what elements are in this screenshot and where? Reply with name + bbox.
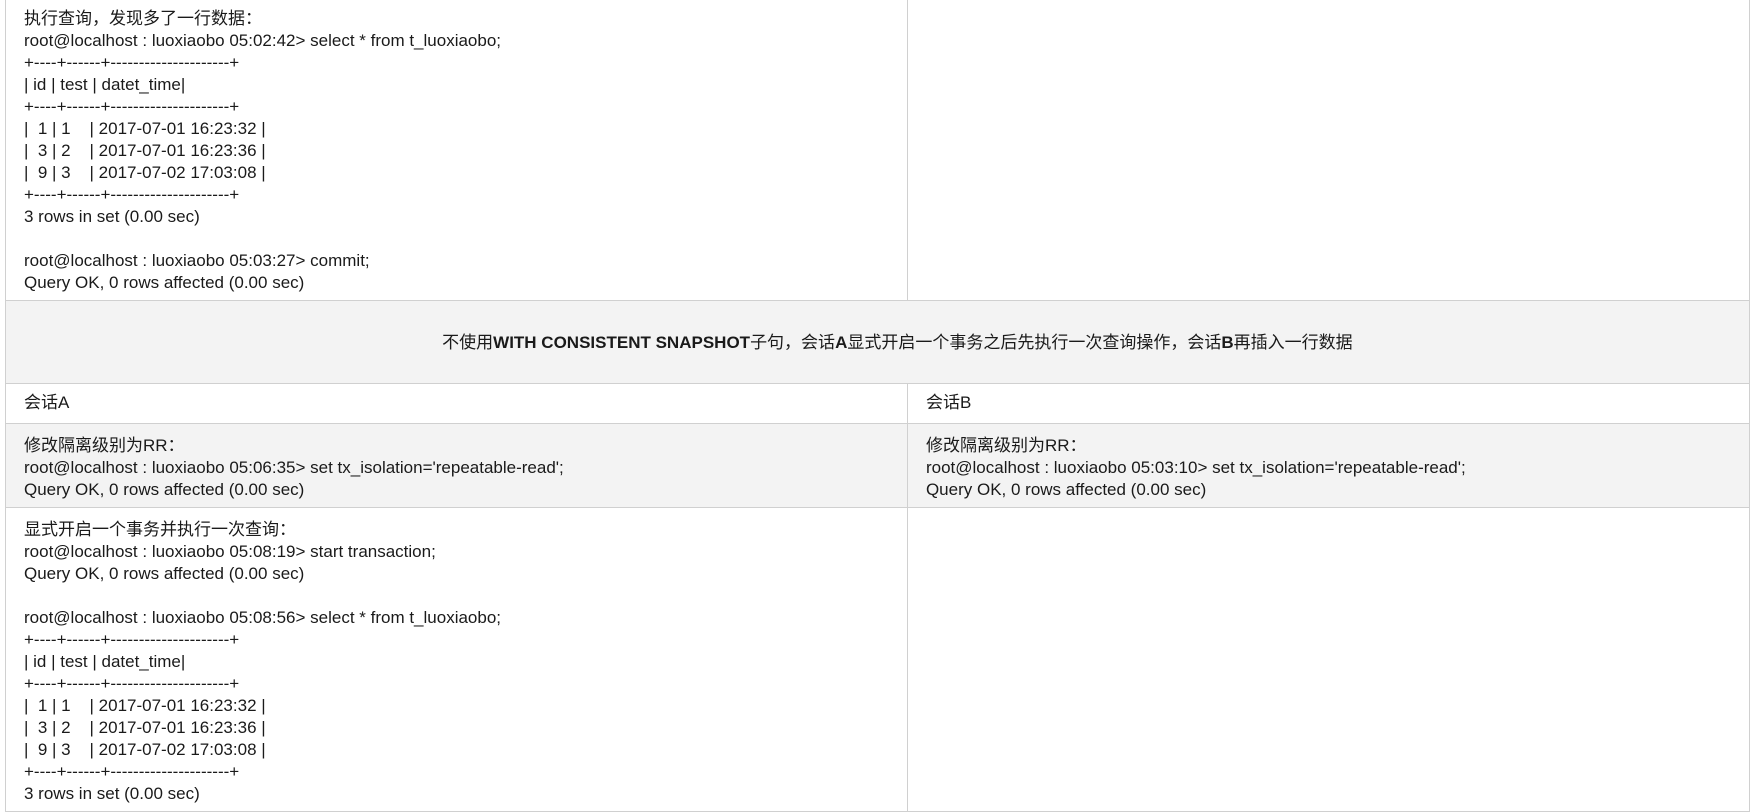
text-line: +----+------+---------------------+ — [24, 762, 240, 781]
session-a-cell: 执行查询，发现多了一行数据： root@localhost : luoxiaobo… — [5, 0, 908, 301]
session-a-cell: 修改隔离级别为RR： root@localhost : luoxiaobo 05:… — [5, 423, 908, 508]
top-query-row: 执行查询，发现多了一行数据： root@localhost : luoxiaobo… — [5, 0, 1751, 301]
text-line: 修改隔离级别为RR： — [925, 436, 1087, 455]
text-line: | 1 | 1 | 2017-07-01 16:23:32 | — [24, 119, 266, 138]
session-a-cell: 显式开启一个事务并执行一次查询： root@localhost : luoxiao… — [5, 507, 908, 812]
text-line: | id | test | datet_time| — [24, 75, 186, 94]
text-line: | 3 | 2 | 2017-07-01 16:23:36 | — [24, 718, 266, 737]
text-line: | 9 | 3 | 2017-07-02 17:03:08 | — [24, 740, 266, 759]
session-b-cell: 修改隔离级别为RR： root@localhost : luoxiaobo 05:… — [906, 423, 1751, 508]
text-line: +----+------+---------------------+ — [24, 185, 240, 204]
text-line: 修改隔离级别为RR： — [24, 436, 185, 455]
text-line — [24, 228, 891, 250]
text-line: Query OK, 0 rows affected (0.00 sec) — [925, 480, 1207, 499]
text-line: 3 rows in set (0.00 sec) — [24, 207, 200, 226]
text-line: root@localhost : luoxiaobo 05:03:27> com… — [24, 251, 370, 270]
session-a-header: 会话A — [5, 383, 908, 424]
text-line: 显式开启一个事务并执行一次查询： — [24, 520, 296, 539]
section-title-text: 不使用WITH CONSISTENT SNAPSHOT子句，会话A显式开启一个事… — [442, 333, 1353, 352]
text-line: Query OK, 0 rows affected (0.00 sec) — [24, 273, 305, 292]
text-line: root@localhost : luoxiaobo 05:08:56> sel… — [24, 608, 502, 627]
session-b-cell — [906, 0, 1751, 301]
text-line: | id | test | datet_time| — [24, 652, 186, 671]
session-b-cell — [906, 507, 1751, 812]
text-line: | 9 | 3 | 2017-07-02 17:03:08 | — [24, 163, 266, 182]
text-line: 执行查询，发现多了一行数据： — [24, 9, 262, 28]
text-line: Query OK, 0 rows affected (0.00 sec) — [24, 564, 305, 583]
session-comparison-table: 执行查询，发现多了一行数据： root@localhost : luoxiaobo… — [5, 0, 1751, 812]
transaction-query-row: 显式开启一个事务并执行一次查询： root@localhost : luoxiao… — [5, 507, 1751, 812]
isolation-level-row: 修改隔离级别为RR： root@localhost : luoxiaobo 05:… — [5, 423, 1751, 508]
section-title-row: 不使用WITH CONSISTENT SNAPSHOT子句，会话A显式开启一个事… — [5, 300, 1750, 384]
text-line: +----+------+---------------------+ — [24, 674, 240, 693]
text-line: root@localhost : luoxiaobo 05:06:35> set… — [24, 458, 564, 477]
text-line: +----+------+---------------------+ — [24, 630, 240, 649]
text-line: 3 rows in set (0.00 sec) — [24, 784, 200, 803]
text-line: root@localhost : luoxiaobo 05:03:10> set… — [925, 458, 1466, 477]
text-line: root@localhost : luoxiaobo 05:08:19> sta… — [24, 542, 436, 561]
session-header-row: 会话A 会话B — [5, 383, 1751, 424]
text-line: Query OK, 0 rows affected (0.00 sec) — [24, 480, 305, 499]
text-line — [24, 585, 891, 607]
text-line: | 1 | 1 | 2017-07-01 16:23:32 | — [24, 696, 266, 715]
text-line: root@localhost : luoxiaobo 05:02:42> sel… — [24, 31, 502, 50]
text-line: | 3 | 2 | 2017-07-01 16:23:36 | — [24, 141, 266, 160]
session-b-header: 会话B — [906, 383, 1751, 424]
section-title: 不使用WITH CONSISTENT SNAPSHOT子句，会话A显式开启一个事… — [5, 300, 1750, 384]
text-line: +----+------+---------------------+ — [24, 53, 240, 72]
text-line: +----+------+---------------------+ — [24, 97, 240, 116]
